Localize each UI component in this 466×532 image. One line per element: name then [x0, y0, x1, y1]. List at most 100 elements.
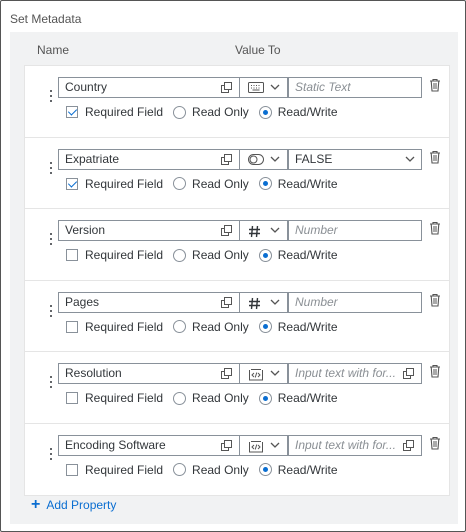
property-row: Resolution Input text with for... Required… [25, 352, 449, 424]
required-label: Required Field [85, 248, 164, 262]
value-dropdown[interactable]: FALSE [288, 148, 422, 170]
delete-icon[interactable] [429, 436, 441, 450]
read-only-label: Read Only [192, 462, 249, 477]
read-write-radio[interactable] [258, 320, 272, 333]
copy-icon[interactable] [221, 368, 233, 380]
drag-handle-icon[interactable] [49, 90, 53, 102]
toggle-icon [248, 153, 264, 165]
column-header-value: Value To [235, 43, 281, 57]
copy-icon[interactable] [403, 439, 415, 452]
value-type-select[interactable] [240, 291, 288, 313]
read-only-radio[interactable] [173, 248, 187, 262]
property-name-input[interactable]: Encoding Software [58, 434, 240, 456]
required-checkbox[interactable] [66, 106, 78, 118]
required-checkbox[interactable] [66, 249, 78, 261]
value-type-select[interactable] [240, 148, 288, 170]
value-type-select[interactable] [240, 363, 288, 384]
read-write-radio[interactable] [258, 248, 272, 262]
chevron-down-icon [270, 84, 280, 91]
delete-icon[interactable] [429, 150, 441, 164]
required-checkbox[interactable] [66, 177, 78, 190]
read-write-radio[interactable] [258, 391, 272, 405]
property-row: Country Static Text Required Field Read Onl… [25, 66, 449, 138]
read-only-radio[interactable] [173, 320, 187, 333]
property-name-input[interactable]: Resolution [58, 363, 240, 384]
property-name-input[interactable]: Expatriate [58, 148, 240, 170]
value-input[interactable]: Number [288, 220, 422, 241]
metadata-panel: Name Value To Country Static Text Required… [10, 32, 458, 524]
read-only-radio[interactable] [173, 463, 187, 476]
drag-handle-icon[interactable] [49, 161, 53, 174]
column-header-name: Name [37, 43, 70, 57]
access-options: Required Field Read Only Read/Write [66, 105, 338, 119]
copy-icon[interactable] [221, 153, 233, 166]
required-checkbox[interactable] [66, 320, 78, 333]
value-placeholder: Static Text [295, 80, 351, 94]
set-metadata-dialog: Set Metadata Name Value To Country Static… [0, 0, 466, 532]
property-row: Encoding Software Input text with for... R… [25, 424, 449, 496]
read-only-radio[interactable] [173, 105, 187, 119]
value-placeholder: Number [295, 223, 338, 237]
read-only-radio[interactable] [173, 177, 187, 190]
property-name-text: Expatriate [65, 151, 120, 166]
read-only-label: Read Only [192, 391, 249, 405]
code-tag-icon [248, 368, 264, 381]
plus-icon: + [31, 496, 41, 513]
access-options: Required Field Read Only Read/Write [66, 320, 338, 334]
read-only-label: Read Only [192, 105, 249, 119]
property-name-text: Resolution [65, 366, 122, 380]
delete-icon[interactable] [429, 78, 441, 92]
read-write-label: Read/Write [277, 391, 338, 405]
chevron-down-icon[interactable] [405, 156, 415, 163]
value-type-select[interactable] [240, 220, 288, 241]
property-list: Country Static Text Required Field Read Onl… [24, 65, 450, 496]
property-name-text: Pages [65, 294, 100, 309]
copy-icon[interactable] [403, 368, 415, 380]
read-only-label: Read Only [192, 176, 249, 191]
value-input[interactable]: Input text with for... [288, 434, 422, 456]
value-input[interactable]: Number [288, 291, 422, 313]
copy-icon[interactable] [221, 439, 233, 452]
value-input[interactable]: Static Text [288, 77, 422, 98]
access-options: Required Field Read Only Read/Write [66, 177, 338, 191]
chevron-down-icon [270, 227, 280, 234]
property-row: Version Number Required Field Read Only Read… [25, 209, 449, 281]
access-options: Required Field Read Only Read/Write [66, 248, 338, 262]
add-property-label: Add Property [46, 498, 117, 512]
read-write-radio[interactable] [258, 177, 272, 190]
read-only-radio[interactable] [173, 391, 187, 405]
property-name-input[interactable]: Version [58, 220, 240, 241]
property-name-input[interactable]: Country [58, 77, 240, 98]
access-options: Required Field Read Only Read/Write [66, 463, 338, 477]
property-row: Pages Number Required Field Read Only Read/W… [25, 281, 449, 352]
property-name-input[interactable]: Pages [58, 291, 240, 313]
delete-icon[interactable] [429, 364, 441, 378]
read-write-radio[interactable] [258, 105, 272, 119]
copy-icon[interactable] [221, 225, 233, 237]
required-label: Required Field [85, 105, 164, 119]
required-label: Required Field [85, 319, 164, 334]
value-type-select[interactable] [240, 434, 288, 456]
drag-handle-icon[interactable] [49, 304, 53, 317]
access-options: Required Field Read Only Read/Write [66, 391, 338, 405]
required-checkbox[interactable] [66, 392, 78, 404]
drag-handle-icon[interactable] [49, 447, 53, 460]
drag-handle-icon[interactable] [49, 376, 53, 388]
required-checkbox[interactable] [66, 463, 78, 476]
chevron-down-icon [270, 299, 280, 306]
value-type-select[interactable] [240, 77, 288, 98]
value-placeholder: Number [295, 294, 338, 309]
read-write-label: Read/Write [277, 462, 338, 477]
delete-icon[interactable] [429, 221, 441, 235]
read-write-radio[interactable] [258, 463, 272, 476]
read-write-label: Read/Write [277, 105, 338, 119]
read-only-label: Read Only [192, 319, 249, 334]
add-property-button[interactable]: + Add Property [31, 496, 117, 513]
property-row: Expatriate FALSE Required Field Read Only Re… [25, 138, 449, 209]
value-input[interactable]: Input text with for... [288, 363, 422, 384]
drag-handle-icon[interactable] [49, 233, 53, 245]
copy-icon[interactable] [221, 82, 233, 94]
delete-icon[interactable] [429, 293, 441, 307]
copy-icon[interactable] [221, 296, 233, 309]
keyboard-icon [248, 82, 264, 93]
